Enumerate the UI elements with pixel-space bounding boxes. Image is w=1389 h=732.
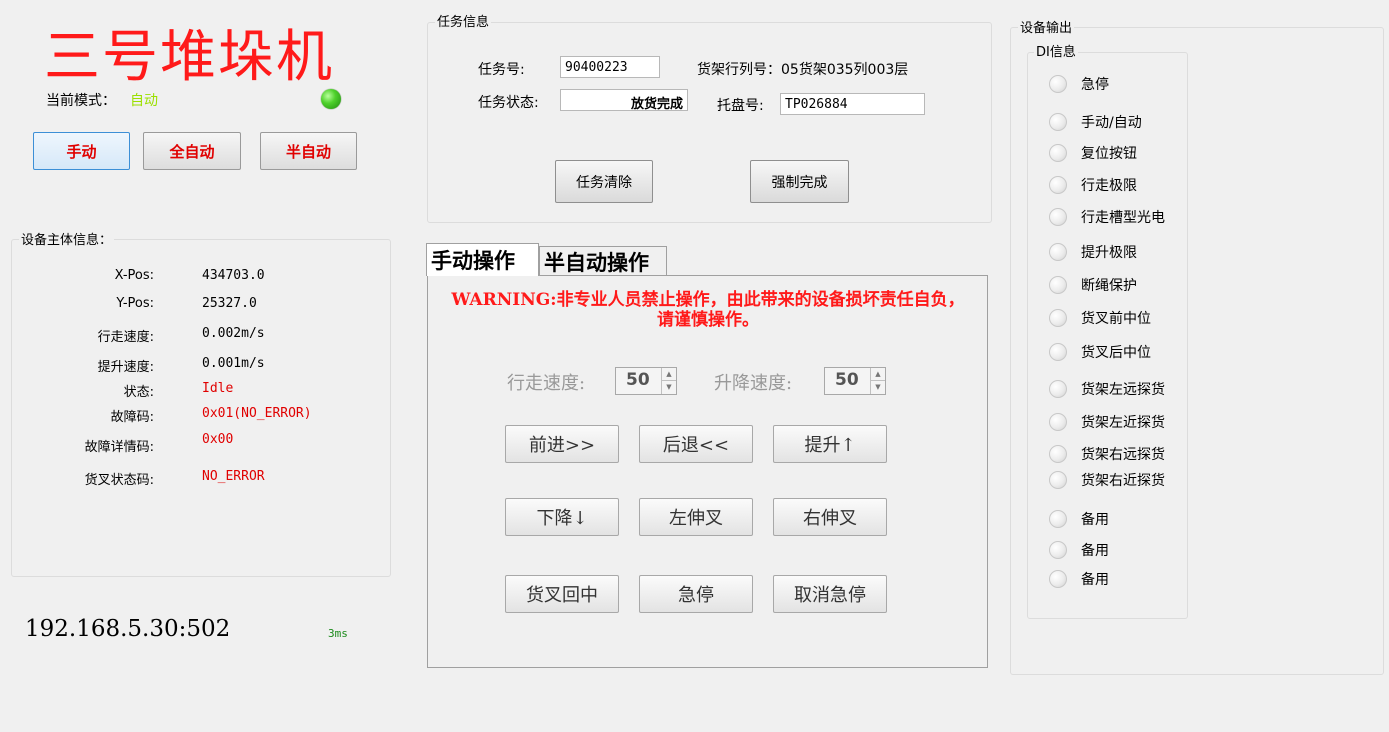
di-item: 提升极限 — [1049, 242, 1137, 262]
forward-button[interactable]: 前进>> — [505, 425, 619, 463]
di-info-title: DI信息 — [1034, 41, 1078, 60]
travel-speed-value: 50 — [626, 370, 650, 390]
di-item: 货架左近探货 — [1049, 412, 1165, 432]
info-value-travel-speed: 0.002m/s — [202, 326, 265, 341]
spin-up-icon[interactable]: ▲ — [871, 368, 885, 381]
di-indicator-icon — [1049, 276, 1067, 294]
info-value-x-pos: 434703.0 — [202, 268, 265, 283]
lift-speed-value: 50 — [835, 370, 859, 390]
info-label-state: 状态: — [123, 385, 154, 400]
di-item: 货叉后中位 — [1049, 342, 1151, 362]
lower-down-button[interactable]: 下降↓ — [505, 498, 619, 536]
connection-address: 192.168.5.30:502 — [25, 616, 231, 642]
right-fork-extend-button[interactable]: 右伸叉 — [773, 498, 887, 536]
di-item: 断绳保护 — [1049, 275, 1137, 295]
task-info-group — [427, 22, 992, 223]
info-label-fault-code: 故障码: — [110, 410, 154, 425]
task-status-label: 任务状态: — [478, 95, 539, 111]
semi-auto-mode-button[interactable]: 半自动 — [260, 132, 357, 170]
di-indicator-icon — [1049, 343, 1067, 361]
task-info-title: 任务信息 — [435, 11, 492, 30]
info-label-fault-detail: 故障详情码: — [84, 440, 154, 455]
di-indicator-icon — [1049, 445, 1067, 463]
info-value-state: Idle — [202, 381, 234, 396]
task-status-field[interactable]: 放货完成 — [560, 89, 688, 112]
di-indicator-icon — [1049, 309, 1067, 327]
lift-up-button[interactable]: 提升↑ — [773, 425, 887, 463]
left-fork-extend-button[interactable]: 左伸叉 — [639, 498, 753, 536]
device-info-title: 设备主体信息： — [19, 229, 115, 248]
lift-speed-label: 升降速度: — [714, 373, 793, 394]
fork-center-button[interactable]: 货叉回中 — [505, 575, 619, 613]
lift-speed-stepper[interactable]: 50 ▲ ▼ — [824, 367, 886, 395]
location-value: 05货架035列003层 — [781, 62, 909, 78]
status-led-icon — [321, 89, 341, 109]
manual-mode-button[interactable]: 手动 — [33, 132, 130, 170]
info-label-lift-speed: 提升速度: — [97, 360, 154, 375]
pallet-field[interactable]: TP026884 — [780, 93, 925, 115]
tab-manual-operation[interactable]: 手动操作 — [426, 243, 539, 276]
di-item: 手动/自动 — [1049, 112, 1142, 132]
di-indicator-icon — [1049, 113, 1067, 131]
full-auto-mode-button[interactable]: 全自动 — [143, 132, 241, 170]
backward-button[interactable]: 后退<< — [639, 425, 753, 463]
di-item: 备用 — [1049, 569, 1109, 589]
spin-up-icon[interactable]: ▲ — [662, 368, 676, 381]
info-value-y-pos: 25327.0 — [202, 296, 257, 311]
task-no-label: 任务号: — [478, 62, 525, 78]
info-label-x-pos: X-Pos: — [114, 268, 154, 283]
di-item: 急停 — [1049, 74, 1109, 94]
travel-speed-stepper[interactable]: 50 ▲ ▼ — [615, 367, 677, 395]
info-label-y-pos: Y-Pos: — [116, 296, 154, 311]
travel-speed-label: 行走速度: — [507, 373, 586, 394]
di-indicator-icon — [1049, 570, 1067, 588]
di-item: 行走槽型光电 — [1049, 207, 1165, 227]
di-item: 备用 — [1049, 540, 1109, 560]
di-indicator-icon — [1049, 144, 1067, 162]
connection-latency: 3ms — [328, 627, 348, 640]
pallet-label: 托盘号: — [717, 98, 764, 114]
info-label-travel-speed: 行走速度: — [97, 330, 154, 345]
di-indicator-icon — [1049, 471, 1067, 489]
di-item: 货架左远探货 — [1049, 379, 1165, 399]
di-item: 货架右远探货 — [1049, 444, 1165, 464]
emergency-stop-button[interactable]: 急停 — [639, 575, 753, 613]
info-label-fork-status: 货叉状态码: — [84, 473, 154, 488]
spin-down-icon[interactable]: ▼ — [871, 381, 885, 394]
mode-label: 当前模式： — [46, 93, 116, 109]
di-indicator-icon — [1049, 176, 1067, 194]
info-value-fault-code: 0x01(NO_ERROR) — [202, 406, 312, 421]
task-clear-button[interactable]: 任务清除 — [555, 160, 653, 203]
di-item: 复位按钮 — [1049, 143, 1137, 163]
page-title: 三号堆垛机 — [44, 25, 334, 90]
di-item: 货架右近探货 — [1049, 470, 1165, 490]
di-item: 备用 — [1049, 509, 1109, 529]
warning-text: WARNING:非专业人员禁止操作，由此带来的设备损坏责任自负，请谨慎操作。 — [451, 290, 965, 330]
di-item: 行走极限 — [1049, 175, 1137, 195]
device-output-title: 设备输出 — [1018, 17, 1075, 36]
mode-value: 自动 — [130, 93, 158, 109]
di-indicator-icon — [1049, 380, 1067, 398]
info-value-fault-detail: 0x00 — [202, 432, 234, 447]
spin-down-icon[interactable]: ▼ — [662, 381, 676, 394]
di-item: 货叉前中位 — [1049, 308, 1151, 328]
info-value-fork-status: NO_ERROR — [202, 469, 265, 484]
di-indicator-icon — [1049, 208, 1067, 226]
tab-semi-auto-operation[interactable]: 半自动操作 — [539, 246, 667, 276]
di-indicator-icon — [1049, 541, 1067, 559]
di-indicator-icon — [1049, 243, 1067, 261]
location-label: 货架行列号：05货架035列003层 — [697, 62, 909, 78]
di-info-group — [1027, 52, 1188, 619]
force-complete-button[interactable]: 强制完成 — [750, 160, 849, 203]
di-indicator-icon — [1049, 510, 1067, 528]
di-indicator-icon — [1049, 75, 1067, 93]
task-no-field[interactable]: 90400223 — [560, 56, 660, 78]
info-value-lift-speed: 0.001m/s — [202, 356, 265, 371]
di-indicator-icon — [1049, 413, 1067, 431]
cancel-emergency-stop-button[interactable]: 取消急停 — [773, 575, 887, 613]
